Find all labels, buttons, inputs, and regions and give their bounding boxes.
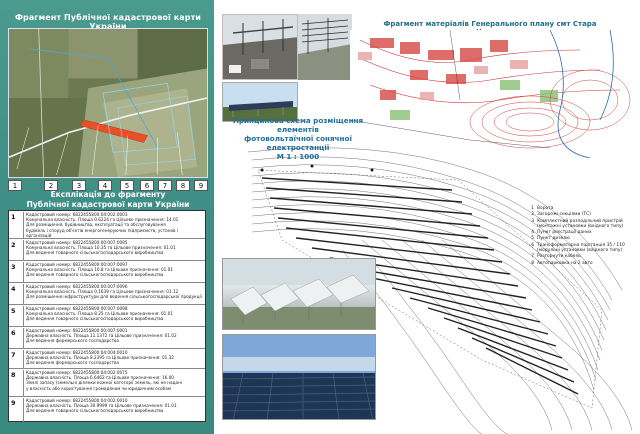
row-number: 5: [11, 307, 16, 315]
row-number: 9: [11, 399, 16, 407]
row-text: Кадастровий номер: 6822455800:04:004:001…: [23, 350, 203, 369]
site-photo-aerial: [298, 14, 352, 80]
table-row: 4 Кадастровий номер: 6822455800:00:007:0…: [9, 283, 205, 305]
legend-text: Ворота: [537, 206, 554, 211]
legend-number: 4: [531, 230, 534, 236]
legend-number: 5: [531, 236, 534, 242]
explication-table: 1 Кадастровий номер: 6822455800:04:002:0…: [8, 210, 206, 422]
row-number: 6: [11, 329, 16, 337]
legend-text: Комплектний розподільчий пристрій (монта…: [537, 218, 624, 229]
row-number: 3: [11, 263, 16, 271]
site-photo-aerial-image: [298, 14, 352, 80]
legend-item: 1 Ворота: [528, 206, 640, 211]
row-text: Кадастровий номер: 6822455800:00:007:009…: [23, 240, 203, 261]
legend-item: 2 Загорожі секціями (ТС): [528, 212, 640, 217]
legend-item: 8 Автопарковка на 2 авто: [528, 261, 640, 266]
cadastral-map-image: [9, 29, 207, 177]
legend-number: 7: [531, 254, 534, 260]
legend-item: 5 Пункт дизелю: [528, 236, 640, 241]
row-text: Кадастровий номер: 6822455800:04:002:007…: [23, 370, 203, 397]
legend-text: Пункт реєстрації даних: [537, 230, 592, 236]
legend-text: Загорожі секціями (ТС): [537, 212, 591, 218]
table-row: 1 Кадастровий номер: 6822455800:04:002:0…: [9, 211, 205, 239]
legend-item: 4 Пункт реєстрації даних: [528, 230, 640, 235]
row-number: 4: [11, 285, 16, 293]
site-photo-solar-field: [222, 334, 376, 420]
legend-text: Пункт дизелю: [537, 236, 570, 242]
cadastral-map: [8, 28, 208, 178]
row-text: Кадастровий номер: 6822455800:00:007:009…: [23, 262, 203, 283]
site-photo-construction-image: [223, 15, 297, 79]
site-photo-installation: [222, 258, 376, 330]
legend-text: Трансформаторна підстанція 35 / 110 (мод…: [537, 242, 625, 254]
site-photo-solar-field-image: [223, 335, 375, 419]
legend-item: 6 Трансформаторна підстанція 35 / 110 (мо…: [528, 243, 640, 254]
table-row: 9 Кадастровий номер: 6822455800:04:002:0…: [9, 397, 205, 422]
row-text: Кадастровий номер: 6822455800:04:002:001…: [23, 398, 203, 422]
legend-item: 7 Розгорнути кабель: [528, 254, 640, 259]
table-row: 3 Кадастровий номер: 6822455800:00:007:0…: [9, 261, 205, 283]
row-number: 1: [11, 213, 16, 221]
legend-text: Автопарковка на 2 авто: [537, 260, 593, 266]
genplan-map: [349, 29, 638, 159]
table-row: 5 Кадастровий номер: 6822455800:00:007:0…: [9, 305, 205, 327]
legend-number: 6: [531, 242, 534, 248]
genplan-map-image: [349, 29, 638, 159]
row-number: 7: [11, 351, 16, 359]
legend-text: Розгорнути кабель: [537, 254, 581, 260]
table-row: 7 Кадастровий номер: 6822455800:04:004:0…: [9, 349, 205, 369]
explication-title: Експлікація до фрагменту Публічної кадас…: [26, 190, 190, 209]
site-photo-construction: [222, 14, 298, 80]
table-row: 6 Кадастровий номер: 6822455800:00:007:0…: [9, 327, 205, 349]
legend-number: 8: [531, 260, 534, 266]
table-row: 2 Кадастровий номер: 6822455800:00:007:0…: [9, 239, 205, 261]
row-number: 8: [11, 371, 16, 379]
row-number: 2: [11, 241, 16, 249]
row-text: Кадастровий номер: 6822455800:00:007:000…: [23, 328, 203, 349]
row-text: Кадастровий номер: 6822455800:04:002:000…: [23, 212, 203, 239]
row-text: Кадастровий номер: 6822455800:00:007:009…: [23, 284, 203, 305]
legend-number: 2: [531, 212, 534, 218]
legend-item: 3 Комплектний розподільчий пристрій (монт…: [528, 219, 640, 230]
table-row: 8 Кадастровий номер: 6822455800:04:002:0…: [9, 369, 205, 397]
row-text: Кадастровий номер: 6822455800:00:007:009…: [23, 306, 203, 327]
legend-number: 1: [531, 206, 534, 211]
legend-number: 3: [531, 218, 534, 224]
scheme-legend: 1 Ворота 2 Загорожі секціями (ТС) 3 Комплек…: [528, 206, 640, 267]
site-photo-installation-image: [223, 259, 375, 329]
